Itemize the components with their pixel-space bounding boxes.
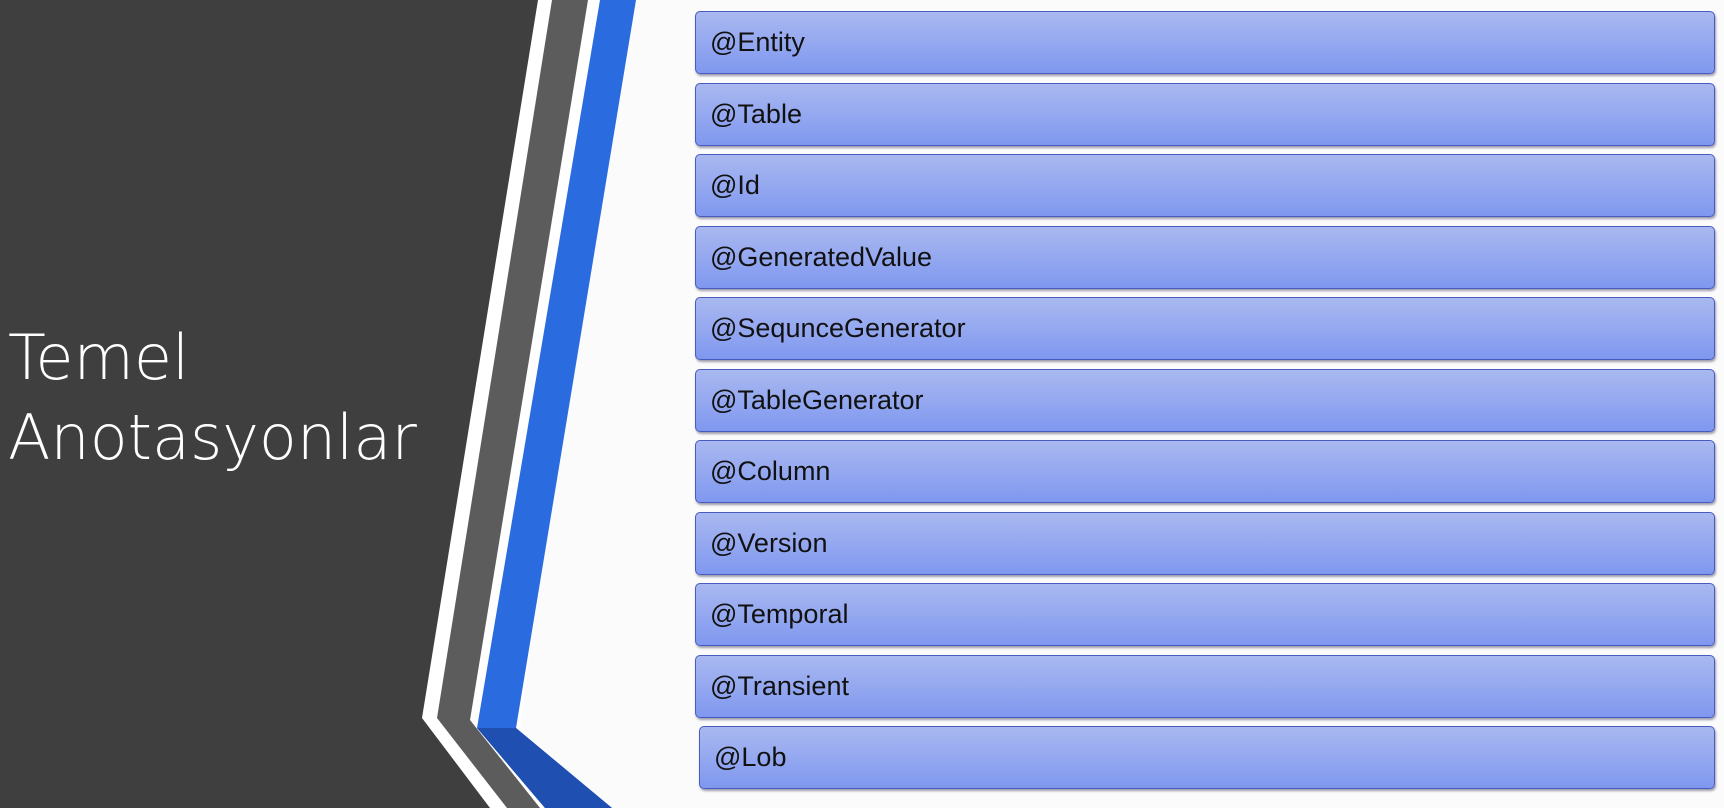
annotation-item-entity[interactable]: @Entity xyxy=(695,11,1715,74)
slide-title-line-1: Temel xyxy=(8,321,190,394)
annotation-item-table-generator[interactable]: @TableGenerator xyxy=(695,368,1715,432)
annotation-item-column[interactable]: @Column xyxy=(695,440,1715,503)
annotation-item-lob[interactable]: @Lob xyxy=(699,726,1715,789)
annotation-item-version[interactable]: @Version xyxy=(695,511,1715,575)
slide-title-line-2: Anotasyonlar xyxy=(8,401,417,474)
annotation-item-label: @Version xyxy=(710,527,828,558)
annotation-item-label: @Transient xyxy=(710,670,849,701)
annotation-item-label: @GeneratedValue xyxy=(710,241,933,272)
annotation-item-sequence-generator[interactable]: @SequnceGenerator xyxy=(695,297,1715,360)
annotation-item-transient[interactable]: @Transient xyxy=(695,654,1715,718)
annotation-item-id[interactable]: @Id xyxy=(695,154,1715,217)
annotation-item-label: @Entity xyxy=(710,27,805,57)
annotation-item-label: @SequnceGenerator xyxy=(710,313,966,343)
annotation-item-temporal[interactable]: @Temporal xyxy=(695,583,1715,646)
annotation-item-label: @Id xyxy=(710,170,760,200)
annotation-item-label: @TableGenerator xyxy=(710,384,924,415)
annotation-item-label: @Lob xyxy=(714,742,787,772)
slide: Temel Anotasyonlar @Entity @Table @Id @G… xyxy=(0,0,1724,808)
annotation-list: @Entity @Table @Id @GeneratedValue @Sequ… xyxy=(695,11,1715,798)
annotation-item-table[interactable]: @Table xyxy=(695,82,1715,146)
annotation-item-label: @Temporal xyxy=(710,599,849,629)
annotation-item-label: @Table xyxy=(710,98,802,129)
slide-title: Temel Anotasyonlar xyxy=(8,318,428,478)
annotation-item-label: @Column xyxy=(710,456,831,486)
annotation-item-generated-value[interactable]: @GeneratedValue xyxy=(695,225,1715,289)
